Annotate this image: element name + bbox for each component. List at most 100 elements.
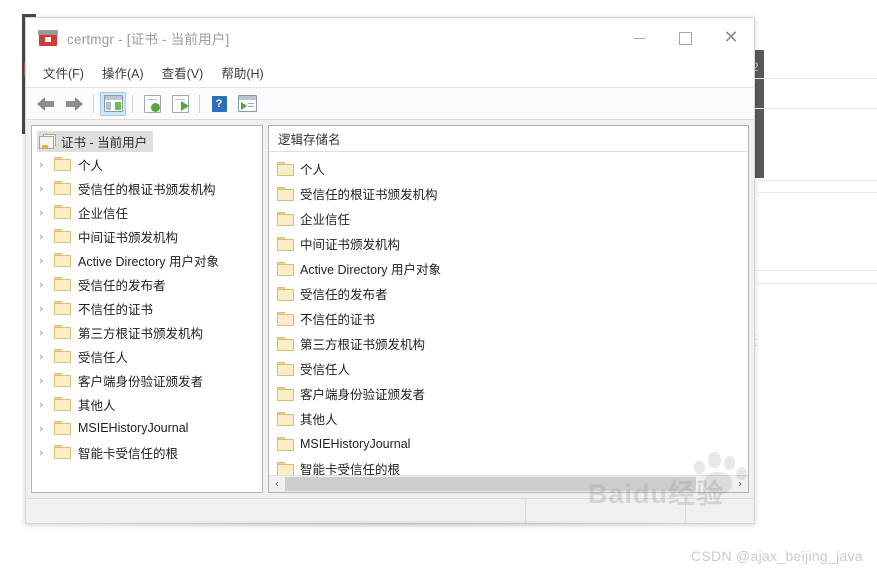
tree-item-label: 受信任的发布者 <box>78 278 166 293</box>
list-item[interactable]: 受信任的根证书颁发机构 <box>269 181 748 206</box>
tree-item[interactable]: › 个人 <box>32 152 262 176</box>
chevron-right-icon[interactable]: › <box>39 303 54 314</box>
chevron-right-icon[interactable]: › <box>39 327 54 338</box>
certificate-manager-icon <box>38 29 58 47</box>
folder-icon <box>277 211 294 226</box>
tree-item[interactable]: › 客户端身份验证颁发者 <box>32 368 262 392</box>
menu-bar: 文件(F) 操作(A) 查看(V) 帮助(H) <box>26 58 754 88</box>
list-item[interactable]: MSIEHistoryJournal <box>269 431 748 456</box>
back-arrow-icon <box>37 96 55 111</box>
chevron-right-icon[interactable]: › <box>39 423 54 434</box>
tree-item[interactable]: › 其他人 <box>32 392 262 416</box>
tree-item[interactable]: › Active Directory 用户对象 <box>32 248 262 272</box>
list-item-label: 中间证书颁发机构 <box>300 238 401 252</box>
bg-rule-2 <box>740 108 877 109</box>
forward-button[interactable] <box>61 92 87 116</box>
content-area: 证书 - 当前用户 › 个人 › 受信任的根证书颁发机构 › 企业信任 › 中间证书颁发机构 ›… <box>26 120 754 498</box>
list-item-label: 企业信任 <box>300 213 351 227</box>
toolbar-separator-3 <box>199 94 200 113</box>
folder-icon <box>54 181 71 195</box>
folder-icon <box>54 397 71 411</box>
horizontal-scrollbar[interactable]: ‹ › <box>269 475 748 492</box>
window-controls: ✕ <box>616 18 754 58</box>
close-icon: ✕ <box>723 27 739 48</box>
tree-item[interactable]: › 中间证书颁发机构 <box>32 224 262 248</box>
menu-file[interactable]: 文件(F) <box>34 61 93 84</box>
tree-root-label: 证书 - 当前用户 <box>61 135 148 150</box>
list-item-label: 智能卡受信任的根 <box>300 463 401 475</box>
list-rows: 个人受信任的根证书颁发机构企业信任中间证书颁发机构 Active Director… <box>269 152 748 475</box>
tree-item[interactable]: › 企业信任 <box>32 200 262 224</box>
list-item-label: 个人 <box>300 163 326 177</box>
folder-icon <box>277 236 294 251</box>
show-console-tree-button[interactable] <box>100 91 126 116</box>
tree-item-label: 不信任的证书 <box>78 302 154 317</box>
help-icon: ? <box>211 95 227 112</box>
scrollbar-thumb[interactable] <box>285 477 697 491</box>
minimize-button[interactable] <box>616 18 662 58</box>
back-button[interactable] <box>33 92 59 116</box>
status-bar <box>26 498 754 523</box>
tree-item[interactable]: › 第三方根证书颁发机构 <box>32 320 262 344</box>
list-item[interactable]: 不信任的证书 <box>269 306 748 331</box>
list-item-label: 受信任人 <box>300 363 351 377</box>
toolbar: ? <box>26 88 754 120</box>
chevron-right-icon[interactable]: › <box>39 375 54 386</box>
list-item[interactable]: 受信任人 <box>269 356 748 381</box>
console-root-icon <box>39 133 56 149</box>
tree-item-label: 受信任的根证书颁发机构 <box>78 182 216 197</box>
chevron-right-icon[interactable]: › <box>39 255 54 266</box>
list-item[interactable]: 个人 <box>269 156 748 181</box>
export-list-button[interactable] <box>167 92 193 116</box>
toolbar-separator-1 <box>93 94 94 113</box>
tree-item[interactable]: › 受信任人 <box>32 344 262 368</box>
scroll-left-button[interactable]: ‹ <box>269 476 285 492</box>
tree-item-label: 客户端身份验证颁发者 <box>78 374 204 389</box>
forward-arrow-icon <box>65 96 83 111</box>
folder-icon <box>277 436 294 451</box>
chevron-right-icon[interactable]: › <box>39 207 54 218</box>
tree-item[interactable]: › MSIEHistoryJournal <box>32 416 262 440</box>
chevron-right-icon[interactable]: › <box>39 231 54 242</box>
menu-help[interactable]: 帮助(H) <box>212 61 272 84</box>
folder-icon <box>277 386 294 401</box>
folder-icon <box>54 229 71 243</box>
tree-item-list: › 个人 › 受信任的根证书颁发机构 › 企业信任 › 中间证书颁发机构 › Active Dir… <box>32 152 262 464</box>
tree-item[interactable]: › 受信任的根证书颁发机构 <box>32 176 262 200</box>
list-column-header[interactable]: 逻辑存储名 <box>269 126 748 152</box>
tree-item[interactable]: › 不信任的证书 <box>32 296 262 320</box>
tree-item[interactable]: › 智能卡受信任的根 <box>32 440 262 464</box>
list-item[interactable]: 智能卡受信任的根 <box>269 456 748 475</box>
list-item[interactable]: Active Directory 用户对象 <box>269 256 748 281</box>
chevron-right-icon[interactable]: › <box>39 399 54 410</box>
scroll-right-button[interactable]: › <box>732 476 748 492</box>
menu-action[interactable]: 操作(A) <box>93 61 153 84</box>
scrollbar-track[interactable] <box>285 476 732 492</box>
tree-root-item[interactable]: 证书 - 当前用户 <box>32 130 262 152</box>
chevron-right-icon[interactable]: › <box>39 279 54 290</box>
folder-icon <box>277 161 294 176</box>
list-item[interactable]: 企业信任 <box>269 206 748 231</box>
refresh-button[interactable] <box>139 92 165 116</box>
window-titlebar[interactable]: certmgr - [证书 - 当前用户] ✕ <box>26 18 754 58</box>
list-item[interactable]: 第三方根证书颁发机构 <box>269 331 748 356</box>
folder-icon <box>277 411 294 426</box>
list-item[interactable]: 受信任的发布者 <box>269 281 748 306</box>
folder-icon <box>277 361 294 376</box>
chevron-right-icon[interactable]: › <box>39 183 54 194</box>
list-item[interactable]: 其他人 <box>269 406 748 431</box>
close-button[interactable]: ✕ <box>708 18 754 58</box>
tree-item-label: 其他人 <box>78 398 116 413</box>
chevron-right-icon[interactable]: › <box>39 351 54 362</box>
list-item-label: 第三方根证书颁发机构 <box>300 338 426 352</box>
chevron-right-icon[interactable]: › <box>39 159 54 170</box>
maximize-button[interactable] <box>662 18 708 58</box>
menu-view[interactable]: 查看(V) <box>153 61 213 84</box>
show-action-pane-button[interactable] <box>234 92 260 116</box>
list-item[interactable]: 客户端身份验证颁发者 <box>269 381 748 406</box>
toolbar-separator-2 <box>132 94 133 113</box>
help-button[interactable]: ? <box>206 92 232 116</box>
chevron-right-icon[interactable]: › <box>39 447 54 458</box>
list-item[interactable]: 中间证书颁发机构 <box>269 231 748 256</box>
tree-item[interactable]: › 受信任的发布者 <box>32 272 262 296</box>
